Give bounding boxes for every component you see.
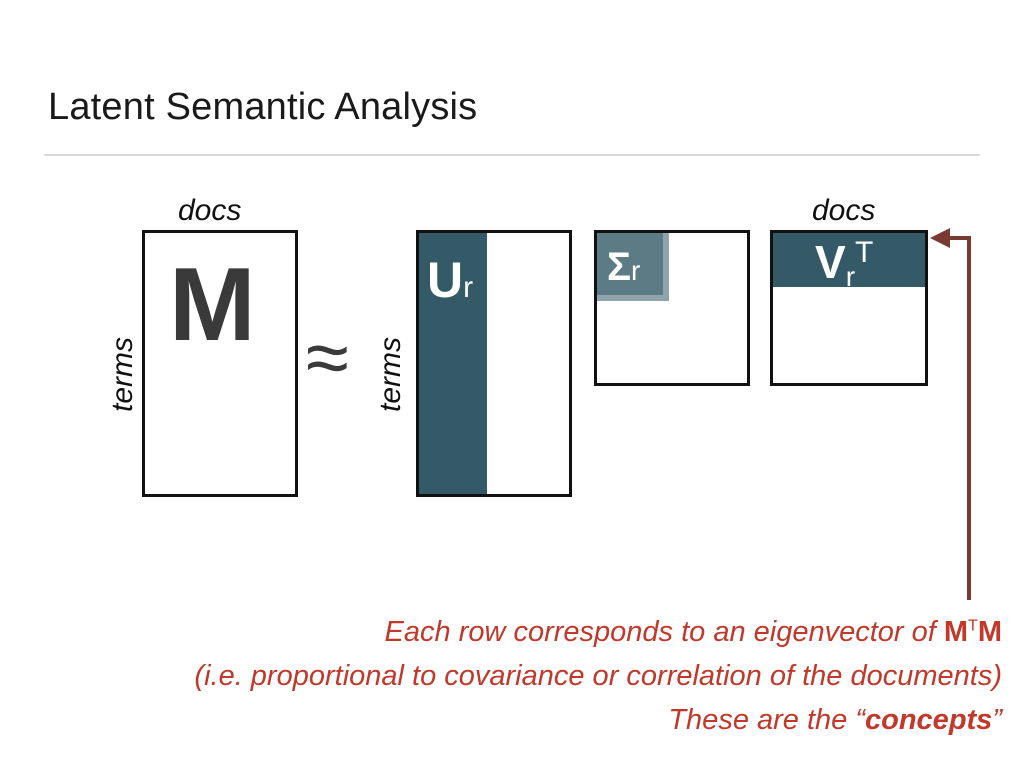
pointer-arrow (930, 228, 971, 600)
slide-title: Latent Semantic Analysis (48, 86, 478, 128)
m-docs-label: docs (178, 194, 242, 227)
matrix-m-symbol: M (169, 247, 256, 363)
caption-line-2: (i.e. proportional to covariance or corr… (194, 660, 1002, 692)
matrix-u: Ur (416, 230, 572, 497)
approx-symbol: ≈ (306, 313, 349, 401)
matrix-m: M (142, 230, 298, 497)
u-symbol: Ur (427, 252, 474, 308)
arrow-line (948, 236, 971, 600)
vt-symbol: VrT (815, 236, 874, 292)
arrow-head (930, 228, 950, 248)
matrix-vt: VrT (770, 230, 928, 386)
m-terms-label: terms (106, 337, 139, 412)
v-docs-label: docs (812, 194, 876, 227)
caption-line-3: These are the “concepts” (668, 704, 1002, 736)
caption-line-1: Each row corresponds to an eigenvector o… (384, 616, 1003, 648)
title-divider (44, 154, 980, 156)
matrix-sigma: Σr (594, 230, 750, 386)
sigma-symbol: Σr (607, 245, 641, 289)
u-terms-label: terms (374, 337, 407, 412)
